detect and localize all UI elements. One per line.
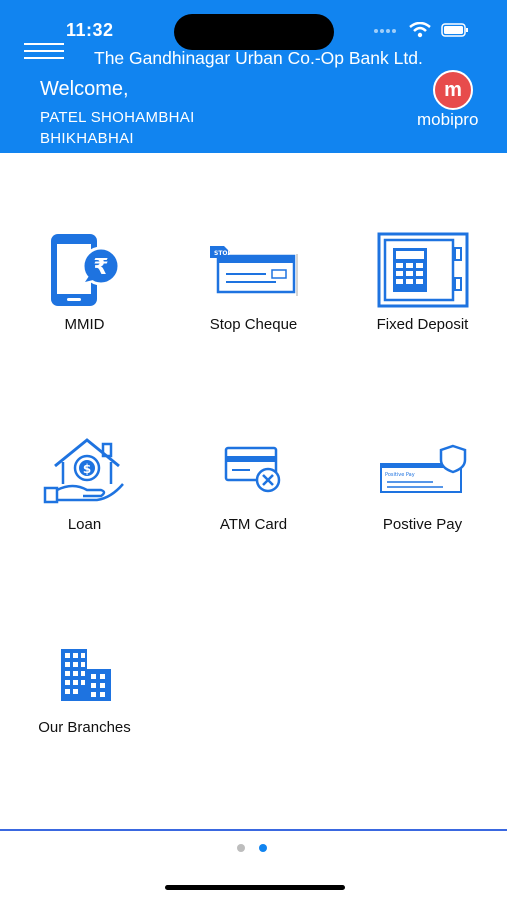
- home-indicator[interactable]: [165, 885, 345, 890]
- svg-text:$: $: [82, 462, 90, 476]
- menu-label-mmid: MMID: [64, 316, 105, 333]
- menu-tile-stop-cheque[interactable]: STOP Stop Cheque: [169, 230, 338, 333]
- camera-notch: [174, 14, 334, 50]
- app-header: 11:32 The Gandhinagar Urban Co.-Op Bank …: [0, 0, 507, 153]
- status-time: 11:32: [66, 20, 114, 40]
- positive-pay-cheque-icon: Positive Pay: [373, 430, 473, 510]
- battery-icon: [441, 23, 468, 37]
- svg-text:₹: ₹: [93, 255, 108, 280]
- menu-tile-our-branches[interactable]: Our Branches: [0, 633, 169, 736]
- menu-tile-positive-pay[interactable]: Positive Pay Postive Pay: [338, 430, 507, 533]
- menu-label-fixed-deposit: Fixed Deposit: [376, 316, 469, 333]
- menu-label-our-branches: Our Branches: [38, 719, 131, 736]
- user-name-line2: BHIKHABHAI: [40, 130, 134, 147]
- user-name: PATEL SHOHAMBHAI BHIKHABHAI: [40, 107, 195, 149]
- page-dot-1[interactable]: [237, 844, 245, 852]
- menu-label-positive-pay: Postive Pay: [382, 516, 463, 533]
- status-icons: [373, 22, 469, 38]
- menu-tile-loan[interactable]: $ Loan: [0, 430, 169, 533]
- menu-label-loan: Loan: [67, 516, 102, 533]
- svg-text:Positive Pay: Positive Pay: [385, 472, 415, 478]
- menu-label-stop-cheque: Stop Cheque: [209, 316, 298, 333]
- atm-card-icon: [204, 430, 304, 510]
- menu-tile-mmid[interactable]: ₹ MMID: [0, 230, 169, 333]
- buildings-icon: [35, 633, 135, 713]
- menu-tile-fixed-deposit[interactable]: Fixed Deposit: [338, 230, 507, 333]
- stop-cheque-icon: STOP: [204, 230, 304, 310]
- bank-name: The Gandhinagar Urban Co.-Op Bank Ltd.: [94, 48, 423, 68]
- page-indicator[interactable]: [237, 844, 267, 852]
- home-loan-icon: $: [35, 430, 135, 510]
- mobile-rupee-icon: ₹: [35, 230, 135, 310]
- menu-tile-atm-card[interactable]: ATM Card: [169, 430, 338, 533]
- signal-icon: [374, 29, 396, 33]
- page-dot-2-active[interactable]: [259, 844, 267, 852]
- welcome-text: Welcome,: [40, 78, 129, 100]
- menu-label-atm-card: ATM Card: [219, 516, 288, 533]
- safe-locker-icon: [373, 230, 473, 310]
- menu-hamburger-icon[interactable]: [24, 43, 64, 63]
- mobipro-logo-text: mobipro: [417, 110, 479, 129]
- wifi-icon: [409, 22, 431, 38]
- bottom-divider: [0, 829, 507, 831]
- mobipro-logo-icon: m: [433, 70, 473, 110]
- svg-text:STOP: STOP: [214, 250, 233, 257]
- user-name-line1: PATEL SHOHAMBHAI: [40, 109, 195, 126]
